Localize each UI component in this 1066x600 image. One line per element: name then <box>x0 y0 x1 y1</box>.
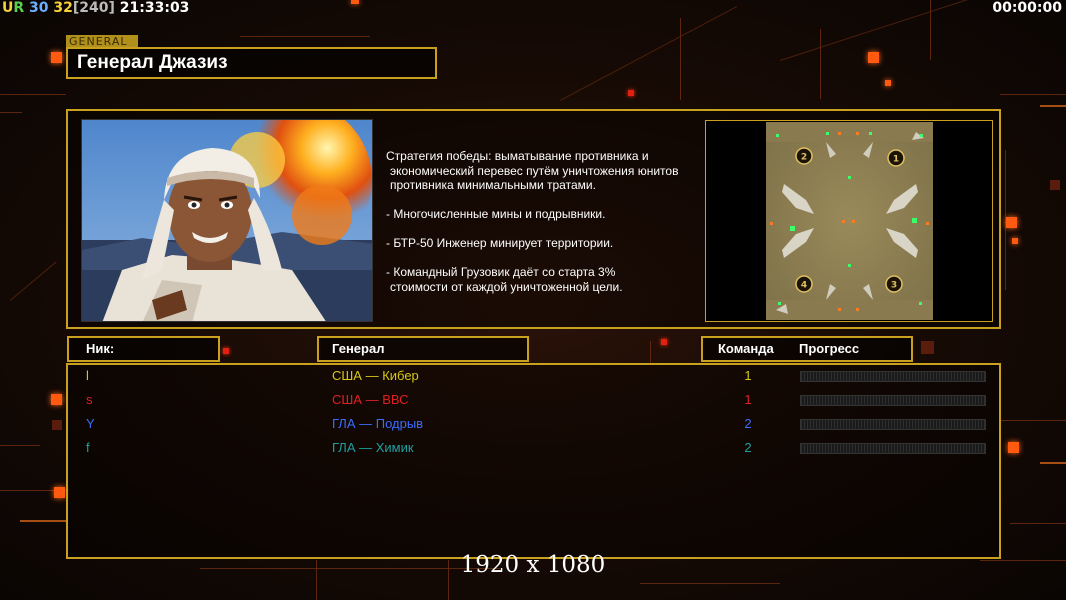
player-nick: s <box>86 392 93 407</box>
minimap-image: 2 1 4 3 <box>766 122 933 320</box>
player-progress-bar <box>800 419 986 430</box>
hud-fps: 30 <box>29 0 49 16</box>
player-general: ГЛА — Химик <box>332 440 414 455</box>
player-team: 2 <box>744 440 752 455</box>
player-row: f ГЛА — Химик 2 <box>68 438 999 460</box>
desc-paragraph-4: - Командный Грузовик даёт со старта 3% с… <box>386 265 716 294</box>
map-start-3: 3 <box>891 281 897 291</box>
player-nick: Y <box>86 416 95 431</box>
page-title: Генерал Джазиз <box>66 47 437 79</box>
player-progress-bar <box>800 443 986 454</box>
desc-line: стоимости от каждой уничтоженной цели. <box>390 279 623 294</box>
map-start-4: 4 <box>801 281 807 291</box>
player-progress-bar <box>800 395 986 406</box>
hud-stat-r: R <box>13 0 25 16</box>
player-row: l США — Кибер 1 <box>68 366 999 388</box>
desc-paragraph-1: Стратегия победы: выматывание противника… <box>386 149 716 193</box>
column-header-progress: Прогресс <box>799 341 860 356</box>
desc-line: экономический перевес путём уничтожения … <box>390 163 679 178</box>
column-header-team: Команда <box>718 341 774 356</box>
column-header-team-progress: Команда Прогресс <box>701 336 913 362</box>
desc-line: - БТР-50 Инженер минирует территории. <box>386 236 614 250</box>
player-row: Y ГЛА — Подрыв 2 <box>68 414 999 436</box>
players-table: l США — Кибер 1 s США — ВВС 1 Y ГЛА — Подрыв 2 f Г… <box>66 363 1001 559</box>
minimap-frame: 2 1 4 3 <box>705 120 993 322</box>
player-team: 1 <box>744 392 752 407</box>
desc-line: противника минимальными тратами. <box>390 178 596 192</box>
player-general: ГЛА — Подрыв <box>332 416 424 431</box>
desc-paragraph-3: - БТР-50 Инженер минирует территории. <box>386 236 716 251</box>
player-progress-bar <box>800 371 986 382</box>
column-header-nick: Ник: <box>67 336 220 362</box>
hud-cap: [240] <box>72 0 115 16</box>
hud-logic-fps: 32 <box>53 0 73 16</box>
general-info-panel: Стратегия победы: выматывание противника… <box>66 109 1001 329</box>
hud-timer: 00:00:00 <box>992 0 1062 16</box>
resolution-label: 1920 x 1080 <box>460 552 606 578</box>
portrait-illustration <box>82 120 372 321</box>
desc-line: Стратегия победы: выматывание противника… <box>386 149 649 163</box>
player-team: 2 <box>744 416 752 431</box>
player-nick: f <box>86 440 90 455</box>
player-general: США — ВВС <box>332 392 409 407</box>
desc-paragraph-2: - Многочисленные мины и подрывники. <box>386 207 716 222</box>
hud-stat-u: U <box>2 0 14 16</box>
desc-line: - Многочисленные мины и подрывники. <box>386 207 606 221</box>
player-team: 1 <box>744 368 752 383</box>
desc-line: - Командный Грузовик даёт со старта 3% <box>386 265 616 279</box>
hud-stats: UR 30 32[240] 21:33:03 <box>2 0 189 16</box>
player-row: s США — ВВС 1 <box>68 390 999 412</box>
column-header-general: Генерал <box>317 336 529 362</box>
map-start-1: 1 <box>893 155 899 165</box>
map-start-2: 2 <box>801 153 807 163</box>
player-general: США — Кибер <box>332 368 419 383</box>
strategy-description: Стратегия победы: выматывание противника… <box>386 149 716 309</box>
player-nick: l <box>86 368 89 383</box>
hud-clock: 21:33:03 <box>119 0 190 16</box>
minimap-terrain: 2 1 4 3 <box>766 122 933 320</box>
portrait-image <box>81 119 373 322</box>
